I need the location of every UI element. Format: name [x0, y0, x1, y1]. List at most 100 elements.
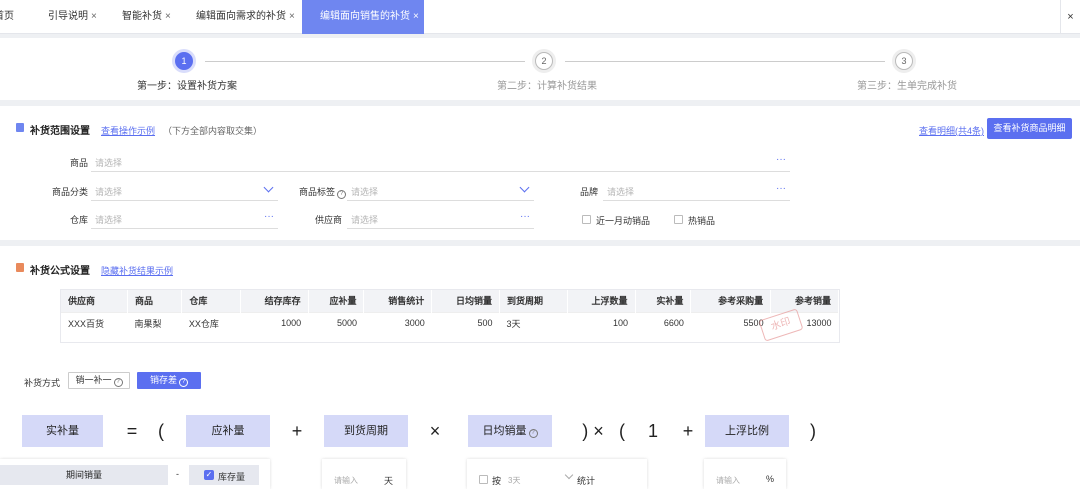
table-row: XXX百货 南果梨 XX仓库 1000 5000 3000 500 3天 100…	[61, 311, 839, 334]
ratio-input[interactable]: 请输入	[716, 475, 740, 486]
unit-percent: %	[766, 474, 775, 484]
scope-title: 补货范围设置	[30, 126, 90, 137]
more-icon[interactable]: ···	[776, 154, 786, 165]
view-restock-detail-button[interactable]: 查看补货商品明细	[987, 118, 1072, 139]
chevron-down-icon[interactable]	[263, 182, 274, 193]
table-header: 供应商	[61, 290, 128, 312]
stat-label: 统计	[577, 476, 596, 486]
tab-bar: 首页 引导说明× 智能补货× 编辑面向需求的补货× 编辑面向销售的补货× ×	[0, 0, 1080, 34]
stepper: 1 2 3 第一步：设置补货方案 第二步：计算补货结果 第三步：生单完成补货	[0, 38, 1080, 100]
formula-icon	[16, 263, 24, 272]
chevron-down-icon[interactable]	[564, 470, 574, 480]
close-icon[interactable]: ×	[289, 11, 295, 22]
float-ratio-subpanel: 请输入 %	[704, 459, 786, 489]
arrival-cycle-box[interactable]: 到货周期	[324, 415, 408, 447]
days-select[interactable]: 3天	[508, 475, 520, 486]
method-sales-stock-diff[interactable]: 销存差?	[137, 372, 201, 389]
equals-sign: =	[126, 421, 138, 441]
table-header: 参考销量	[770, 290, 839, 312]
table-header: 结存库存	[240, 290, 309, 312]
checked-icon[interactable]: ✓	[204, 470, 214, 480]
should-restock-subpanel: 期间销量 - ✓ 库存量	[0, 459, 270, 489]
document-icon	[16, 123, 24, 132]
close-icon[interactable]: ×	[91, 11, 97, 22]
example-table: 供应商 商品 仓库 结存库存 应补量 销售统计 日均销量 到货周期 上浮数量 实…	[61, 290, 839, 334]
step-2-circle: 2	[535, 52, 553, 70]
scope-panel: 补货范围设置 查看操作示例 （下方全部内容取交集） 查看明细(共4条) 查看补货…	[0, 106, 1080, 240]
brand-select[interactable]: 请选择 ···	[603, 181, 790, 201]
supplier-label: 供应商	[314, 215, 342, 225]
table-cell: 5000	[308, 311, 364, 334]
right-paren-2: )	[810, 421, 816, 441]
help-icon[interactable]: ?	[528, 429, 538, 438]
left-paren: (	[158, 421, 164, 441]
step-3-label: 第三步：生单完成补货	[857, 81, 957, 92]
table-cell: 3000	[363, 311, 432, 334]
help-icon[interactable]: ?	[337, 190, 346, 199]
hot-sales-label: 热销品	[688, 216, 716, 226]
tab-guide[interactable]: 引导说明 ×	[48, 0, 97, 34]
table-cell: 1000	[240, 311, 309, 334]
more-icon[interactable]: ···	[776, 183, 786, 194]
close-icon[interactable]: ×	[413, 11, 419, 22]
step-connector	[565, 61, 885, 62]
table-header: 参考采购量	[690, 290, 772, 312]
help-icon[interactable]: ?	[113, 378, 123, 387]
step-2-label: 第二步：计算补货结果	[497, 81, 597, 92]
table-header: 应补量	[308, 290, 365, 312]
by-label: 按	[492, 476, 502, 486]
daily-sales-subpanel: 按 3天 统计	[467, 459, 647, 489]
table-cell: 3天	[499, 311, 568, 334]
step-1-label: 第一步：设置补货方案	[137, 81, 237, 92]
table-header: 实补量	[635, 290, 692, 312]
warehouse-select[interactable]: 请选择 ···	[91, 209, 278, 229]
recent-sales-label: 近一月动销品	[596, 216, 651, 226]
more-icon[interactable]: ···	[520, 211, 530, 222]
method-sell-one-restock-one[interactable]: 销一补一?	[68, 372, 130, 389]
right-paren-times: ) ×	[582, 421, 604, 441]
table-cell: XX仓库	[181, 311, 241, 334]
step-1-circle: 1	[175, 52, 193, 70]
times-sign: ×	[429, 421, 441, 441]
formula-title: 补货公式设置	[30, 266, 90, 277]
tag-label: 商品标签?	[290, 185, 346, 199]
guide-link[interactable]: 查看操作示例	[101, 124, 155, 137]
more-icon[interactable]: ···	[264, 211, 274, 222]
plus-sign: +	[291, 421, 303, 441]
table-header: 到货周期	[499, 290, 568, 312]
period-sales-box[interactable]: 期间销量	[0, 465, 168, 485]
float-ratio-box[interactable]: 上浮比例	[705, 415, 789, 447]
chevron-down-icon[interactable]	[519, 182, 530, 193]
tab-home[interactable]: 首页	[0, 0, 14, 34]
supplier-select[interactable]: 请选择 ···	[347, 209, 534, 229]
detail-link[interactable]: 查看明细(共4条)	[919, 124, 984, 137]
hot-sales-checkbox[interactable]	[674, 215, 683, 224]
tab-edit-demand-restock[interactable]: 编辑面向需求的补货 ×	[196, 0, 295, 34]
close-all-icon[interactable]: ×	[1060, 0, 1080, 34]
should-restock-box[interactable]: 应补量	[186, 415, 270, 447]
tab-smart-restock[interactable]: 智能补货 ×	[122, 0, 171, 34]
by-days-checkbox[interactable]	[479, 475, 488, 484]
close-icon[interactable]: ×	[165, 11, 171, 22]
tag-select[interactable]: 请选择	[347, 181, 534, 201]
cycle-input[interactable]: 请输入	[334, 475, 358, 486]
hide-example-link[interactable]: 隐藏补货结果示例	[101, 264, 173, 277]
stock-box[interactable]: ✓ 库存量	[189, 465, 259, 485]
help-icon[interactable]: ?	[179, 378, 188, 387]
table-header: 仓库	[181, 290, 241, 312]
table-header: 商品	[127, 290, 183, 312]
daily-sales-box[interactable]: 日均销量?	[468, 415, 552, 447]
table-cell: 500	[431, 311, 500, 334]
arrival-cycle-subpanel: 请输入 天	[322, 459, 406, 489]
scope-hint: （下方全部内容取交集）	[163, 126, 263, 136]
table-cell: XXX百货	[61, 311, 128, 334]
number-one: 1	[647, 421, 658, 441]
category-select[interactable]: 请选择	[91, 181, 278, 201]
example-table-wrapper: 供应商 商品 仓库 结存库存 应补量 销售统计 日均销量 到货周期 上浮数量 实…	[60, 289, 840, 343]
plus-sign-2: +	[682, 421, 694, 441]
recent-sales-checkbox[interactable]	[582, 215, 591, 224]
formula-panel: 补货公式设置 隐藏补货结果示例 供应商 商品 仓库 结存库存 应补量 销售统计 …	[0, 246, 1080, 489]
product-select[interactable]: 请选择 ···	[91, 152, 790, 172]
tab-edit-sales-restock[interactable]: 编辑面向销售的补货 ×	[302, 0, 424, 34]
table-header: 销售统计	[363, 290, 433, 312]
